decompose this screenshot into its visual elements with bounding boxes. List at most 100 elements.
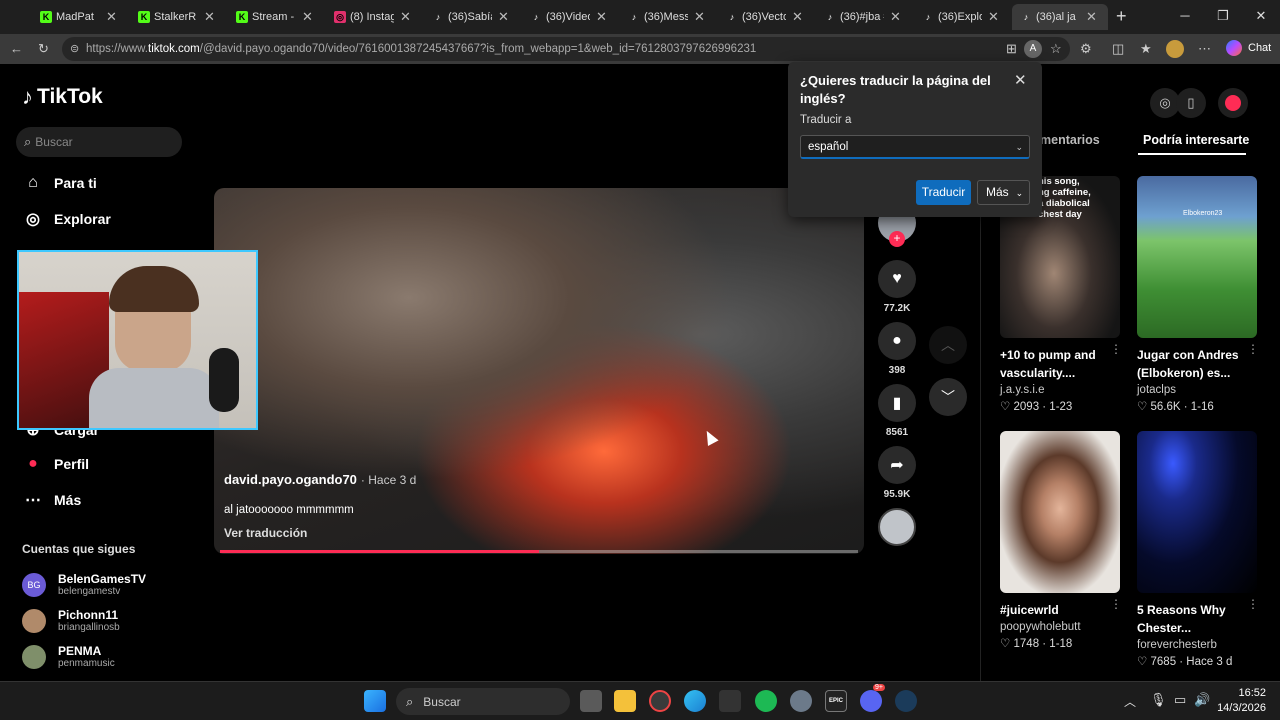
- following-item[interactable]: BG BelenGamesTV belengamestv: [22, 572, 146, 597]
- back-icon[interactable]: ←: [10, 41, 23, 56]
- epic-games-icon[interactable]: EPIC: [825, 690, 847, 712]
- tab-title: (36)Sabías q: [448, 11, 492, 23]
- following-item[interactable]: PENMA penmamusic: [22, 644, 115, 669]
- minimize-button[interactable]: ─: [1166, 0, 1204, 34]
- copilot-icon[interactable]: [1226, 40, 1242, 56]
- close-tab-icon[interactable]: ✕: [694, 9, 705, 25]
- steam-icon[interactable]: [895, 690, 917, 712]
- card-user: jotaclps: [1137, 384, 1176, 396]
- translate-icon[interactable]: A: [1024, 40, 1042, 58]
- see-translation-link[interactable]: Ver traducción: [224, 526, 307, 540]
- split-screen-icon[interactable]: ◫: [1112, 41, 1124, 57]
- close-tab-icon[interactable]: ✕: [1086, 9, 1097, 25]
- browser-tab[interactable]: ♪ (36)Sabías q ✕: [424, 4, 520, 30]
- follow-plus-icon[interactable]: +: [889, 231, 905, 247]
- system-clock[interactable]: 16:52 14/3/2026: [1210, 686, 1266, 716]
- close-tab-icon[interactable]: ✕: [596, 9, 607, 25]
- edge-icon[interactable]: [684, 690, 706, 712]
- volume-icon[interactable]: 🔊: [1194, 692, 1210, 708]
- card-more-icon[interactable]: ⋮: [1247, 597, 1259, 611]
- spotify-icon[interactable]: [755, 690, 777, 712]
- browser-tab[interactable]: ◎ (8) Instagram ✕: [326, 4, 422, 30]
- close-tab-icon[interactable]: ✕: [498, 9, 509, 25]
- chrome-icon[interactable]: [649, 690, 671, 712]
- reload-icon[interactable]: ↻: [38, 41, 49, 57]
- translate-button[interactable]: Traducir: [916, 180, 971, 205]
- nav-more[interactable]: ⋯ Más: [22, 490, 81, 510]
- nav-profile[interactable]: ● Perfil: [22, 455, 89, 473]
- suggested-video-card[interactable]: #juicewrld poopywholebutt ♡ 1748 · 1-18 …: [1000, 431, 1122, 650]
- browser-tab[interactable]: ♪ (36)Video d ✕: [522, 4, 618, 30]
- profile-avatar[interactable]: [1166, 40, 1184, 58]
- browser-tab[interactable]: ♪ (36)Vector v ✕: [718, 4, 814, 30]
- card-more-icon[interactable]: ⋮: [1110, 597, 1122, 611]
- discord-icon[interactable]: 9+: [860, 684, 885, 712]
- browser-tab[interactable]: K Stream - Kic ✕: [228, 4, 324, 30]
- like-action[interactable]: ♥ 77.2K: [877, 260, 917, 314]
- app-icon[interactable]: ⊞: [1006, 41, 1017, 57]
- start-icon[interactable]: [364, 690, 386, 712]
- video-author[interactable]: david.payo.ogando70: [224, 472, 357, 487]
- favorites-icon[interactable]: ★: [1140, 41, 1152, 57]
- tiktok-logo[interactable]: ♪ TikTok: [22, 84, 103, 110]
- device-icon[interactable]: ▯: [1176, 88, 1206, 118]
- browser-tab[interactable]: ♪ (36)al ja ✕: [1012, 4, 1108, 30]
- card-stats: ♡ 1748 · 1-18: [1000, 638, 1073, 650]
- tab-comments[interactable]: mentarios: [1040, 133, 1100, 147]
- suggested-video-card[interactable]: 5 Reasons Why Chester... foreverchesterb…: [1137, 431, 1259, 668]
- card-title: #juicewrld: [1000, 603, 1059, 617]
- close-tab-icon[interactable]: ✕: [204, 9, 215, 25]
- url-path: /@david.payo.ogando70/video/761600138724…: [199, 43, 757, 55]
- browser-tab[interactable]: ♪ (36)Messy r ✕: [620, 4, 716, 30]
- tab-title: (36)Vector v: [742, 11, 786, 23]
- browser-tab[interactable]: K StalkerR ✕: [130, 4, 226, 30]
- browser-tab[interactable]: ♪ (36)#jba #a ✕: [816, 4, 912, 30]
- restore-button[interactable]: ❐: [1204, 0, 1242, 34]
- language-select[interactable]: español ⌄: [800, 135, 1030, 159]
- address-bar[interactable]: ⊜ https://www.tiktok.com/@david.payo.oga…: [62, 37, 1070, 61]
- close-tab-icon[interactable]: ✕: [106, 9, 117, 25]
- close-window-button[interactable]: ✕: [1242, 0, 1280, 34]
- task-view-icon[interactable]: [580, 690, 602, 712]
- network-icon[interactable]: ▭: [1174, 692, 1186, 708]
- browser-tab[interactable]: ♪ (36)Explorin ✕: [914, 4, 1010, 30]
- taskbar-search[interactable]: ⌕ Buscar: [396, 688, 570, 715]
- more-options-button[interactable]: Más ⌄: [977, 180, 1030, 205]
- clock-date: 14/3/2026: [1217, 702, 1266, 714]
- close-tab-icon[interactable]: ✕: [988, 9, 999, 25]
- site-info-icon[interactable]: ⊜: [70, 37, 79, 61]
- video-progress-track[interactable]: [220, 550, 858, 553]
- chat-button[interactable]: Chat: [1248, 42, 1271, 54]
- video-player[interactable]: david.payo.ogando70 · Hace 3 d al jatooo…: [214, 188, 864, 554]
- user-avatar[interactable]: [1218, 88, 1248, 118]
- close-tab-icon[interactable]: ✕: [792, 9, 803, 25]
- search-box[interactable]: ⌕ Buscar: [16, 127, 182, 157]
- close-tab-icon[interactable]: ✕: [400, 9, 411, 25]
- previous-video-button[interactable]: ︿: [929, 326, 967, 364]
- close-tab-icon[interactable]: ✕: [302, 9, 313, 25]
- favorite-star-icon[interactable]: ☆: [1050, 41, 1062, 57]
- close-tab-icon[interactable]: ✕: [890, 9, 901, 25]
- tray-chevron-icon[interactable]: ︿: [1124, 693, 1136, 710]
- settings-icon[interactable]: [790, 690, 812, 712]
- file-explorer-icon[interactable]: [614, 690, 636, 712]
- music-disc[interactable]: [878, 508, 916, 546]
- nav-explore[interactable]: ◎ Explorar: [22, 209, 111, 229]
- menu-icon[interactable]: ⋯: [1198, 41, 1211, 57]
- card-more-icon[interactable]: ⋮: [1110, 342, 1122, 356]
- app-icon[interactable]: [719, 690, 741, 712]
- following-item[interactable]: Pichonn11 briangallinosb: [22, 608, 120, 633]
- suggested-video-card[interactable]: Elbokeron23 Jugar con Andres (Elbokeron)…: [1137, 176, 1259, 413]
- share-action[interactable]: ➦ 95.9K: [877, 446, 917, 500]
- nav-for-you[interactable]: ⌂ Para ti: [22, 174, 97, 192]
- new-tab-button[interactable]: +: [1116, 6, 1127, 27]
- tab-suggested[interactable]: Podría interesarte: [1143, 133, 1249, 147]
- comment-action[interactable]: ● 398: [877, 322, 917, 376]
- mic-icon[interactable]: 🎙: [1150, 692, 1167, 708]
- close-icon[interactable]: ✕: [1014, 71, 1027, 89]
- card-more-icon[interactable]: ⋮: [1247, 342, 1259, 356]
- next-video-button[interactable]: ﹀: [929, 378, 967, 416]
- browser-tab[interactable]: K MadPat ✕: [32, 4, 128, 30]
- save-action[interactable]: ▮ 8561: [877, 384, 917, 438]
- extensions-icon[interactable]: ⚙: [1080, 41, 1092, 57]
